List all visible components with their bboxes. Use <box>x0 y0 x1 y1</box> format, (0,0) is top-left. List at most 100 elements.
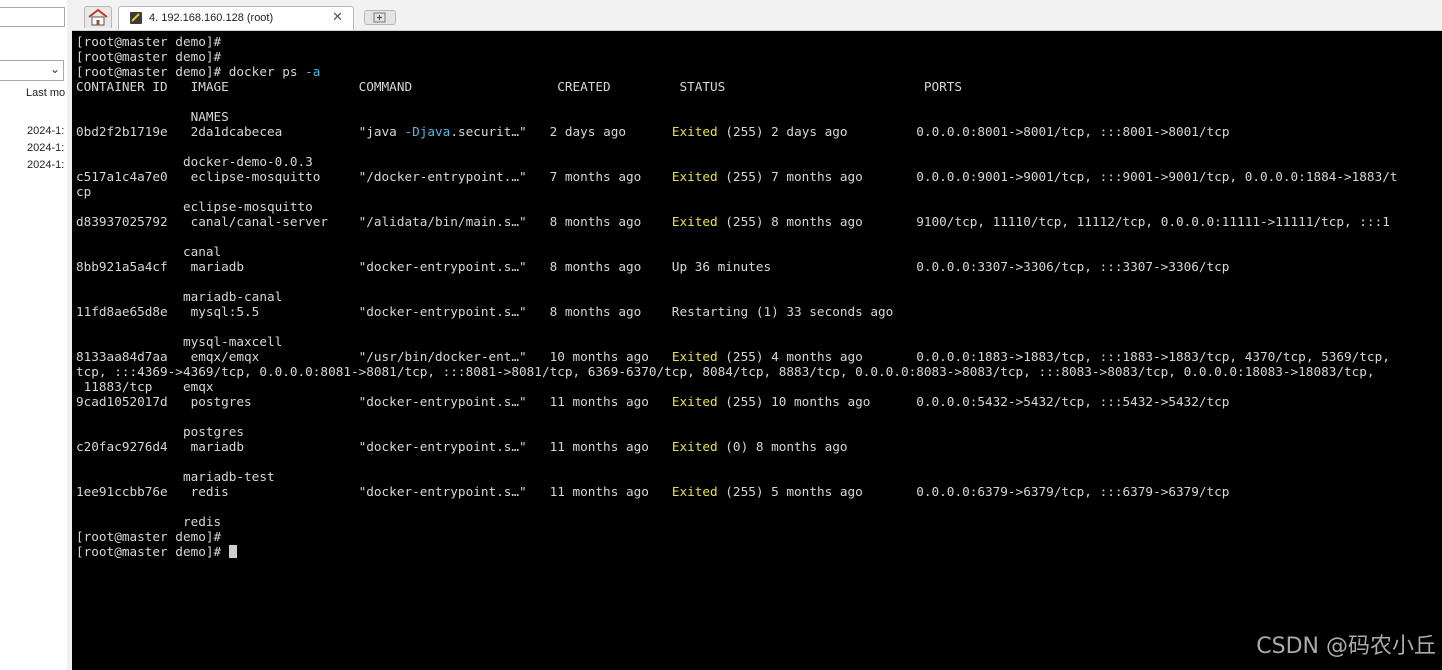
terminal-text: (255) 7 months ago 0.0.0.0:9001->9001/tc… <box>717 169 1398 184</box>
terminal-line: eclipse-mosquitto <box>76 199 1398 214</box>
terminal-line: 11fd8ae65d8e mysql:5.5 "docker-entrypoin… <box>76 304 1398 319</box>
terminal-text: (255) 8 months ago 9100/tcp, 11110/tcp, … <box>717 214 1390 229</box>
terminal-text: [root@master demo]# docker ps <box>76 64 306 79</box>
terminal-text: 0bd2f2b1719e 2da1dcabecea "java <box>76 124 405 139</box>
left-panel-input[interactable] <box>0 7 65 27</box>
terminal-text: NAMES <box>76 109 229 124</box>
terminal-line: 0bd2f2b1719e 2da1dcabecea "java -Djava.s… <box>76 124 1398 139</box>
terminal-text: canal <box>76 244 222 259</box>
terminal-text: cp <box>76 184 92 199</box>
terminal-text: Exited <box>671 394 718 409</box>
terminal-text: c517a1c4a7e0 eclipse-mosquitto "/docker-… <box>76 169 672 184</box>
terminal-cursor <box>228 545 237 558</box>
terminal-line: canal <box>76 244 1398 259</box>
terminal-text: postgres <box>76 424 245 439</box>
tab-session-label: 4. 192.168.160.128 (root) <box>149 12 274 24</box>
terminal-line: postgres <box>76 424 1398 439</box>
terminal-text: tcp, :::4369->4369/tcp, 0.0.0.0:8081->80… <box>76 364 1375 379</box>
list-item[interactable]: 2024-1: <box>27 142 64 154</box>
terminal-text: mariadb-test <box>76 469 275 484</box>
terminal-text: 9cad1052017d postgres "docker-entrypoint… <box>76 394 672 409</box>
terminal-line: 9cad1052017d postgres "docker-entrypoint… <box>76 394 1398 409</box>
terminal-text: docker-demo-0.0.3 <box>76 154 313 169</box>
terminal-text: 11fd8ae65d8e mysql:5.5 "docker-entrypoin… <box>76 304 894 319</box>
terminal-text: Exited <box>671 214 718 229</box>
terminal-text: [root@master demo]# <box>76 49 222 64</box>
terminal-text: Exited <box>671 124 718 139</box>
chevron-down-icon: ⌄ <box>49 62 60 76</box>
terminal-line: [root@master demo]# <box>76 34 1398 49</box>
terminal-line: [root@master demo]# <box>76 544 1398 559</box>
tab-session[interactable]: 4. 192.168.160.128 (root) ✕ <box>118 6 354 30</box>
terminal-text: Exited <box>671 439 718 454</box>
terminal-line: NAMES <box>76 109 1398 124</box>
terminal-text: [root@master demo]# <box>76 544 229 559</box>
new-tab-button[interactable] <box>364 10 396 25</box>
terminal-text: 8133aa84d7aa emqx/emqx "/usr/bin/docker-… <box>76 349 672 364</box>
terminal-line: [root@master demo]# <box>76 529 1398 544</box>
home-tab[interactable] <box>84 6 112 28</box>
terminal-text: -Djava <box>404 124 451 139</box>
terminal-line: d83937025792 canal/canal-server "/alidat… <box>76 214 1398 229</box>
plus-icon <box>373 12 386 23</box>
watermark: CSDN @码农小丘 <box>1256 634 1436 659</box>
terminal-line: [root@master demo]# <box>76 49 1398 64</box>
terminal-line: mariadb-test <box>76 469 1398 484</box>
terminal-line: 8133aa84d7aa emqx/emqx "/usr/bin/docker-… <box>76 349 1398 364</box>
home-icon <box>88 8 108 26</box>
list-item[interactable]: 2024-1: <box>27 125 64 137</box>
last-modified-column-header[interactable]: Last mo <box>26 87 65 99</box>
terminal-line: mysql-maxcell <box>76 334 1398 349</box>
terminal-output: [root@master demo]# [root@master demo]# [r… <box>76 34 1398 559</box>
terminal-line: c20fac9276d4 mariadb "docker-entrypoint.… <box>76 439 1398 454</box>
left-panel-dropdown[interactable]: ⌄ <box>0 60 64 81</box>
terminal-text: mariadb-canal <box>76 289 283 304</box>
terminal-text: eclipse-mosquitto <box>76 199 313 214</box>
terminal-text: (255) 4 months ago 0.0.0.0:1883->1883/tc… <box>717 349 1390 364</box>
terminal-line: mariadb-canal <box>76 289 1398 304</box>
terminal-session-icon <box>130 12 142 24</box>
terminal-text: (255) 5 months ago 0.0.0.0:6379->6379/tc… <box>717 484 1230 499</box>
terminal-text: (0) 8 months ago <box>717 439 848 454</box>
terminal-text: .securit…" 2 days ago <box>450 124 672 139</box>
left-side-panel: ⌄ Last mo 2024-1: 2024-1: 2024-1: <box>0 0 68 670</box>
terminal-line: [root@master demo]# docker ps -a <box>76 64 1398 79</box>
terminal-line: tcp, :::4369->4369/tcp, 0.0.0.0:8081->80… <box>76 364 1398 379</box>
terminal-text: 11883/tcp emqx <box>76 379 214 394</box>
terminal-text: d83937025792 canal/canal-server "/alidat… <box>76 214 672 229</box>
terminal-text: [root@master demo]# <box>76 34 222 49</box>
terminal-line: 8bb921a5a4cf mariadb "docker-entrypoint.… <box>76 259 1398 274</box>
terminal-text: (255) 2 days ago 0.0.0.0:8001->8001/tcp,… <box>717 124 1230 139</box>
terminal-window[interactable]: [root@master demo]# [root@master demo]# [r… <box>72 31 1442 670</box>
terminal-line: 11883/tcp emqx <box>76 379 1398 394</box>
terminal-text: (255) 10 months ago 0.0.0.0:5432->5432/t… <box>717 394 1230 409</box>
terminal-text: Exited <box>671 349 718 364</box>
terminal-line: c517a1c4a7e0 eclipse-mosquitto "/docker-… <box>76 169 1398 184</box>
terminal-line: 1ee91ccbb76e redis "docker-entrypoint.s…… <box>76 484 1398 499</box>
terminal-line: redis <box>76 514 1398 529</box>
list-item[interactable]: 2024-1: <box>27 159 64 171</box>
terminal-text: [root@master demo]# <box>76 529 222 544</box>
terminal-text: CONTAINER ID IMAGE COMMAND CREATED STATU… <box>76 79 963 94</box>
terminal-text: mysql-maxcell <box>76 334 283 349</box>
terminal-text: Exited <box>671 169 718 184</box>
terminal-text: -a <box>305 64 321 79</box>
terminal-line: CONTAINER ID IMAGE COMMAND CREATED STATU… <box>76 79 1398 94</box>
terminal-text: 1ee91ccbb76e redis "docker-entrypoint.s…… <box>76 484 672 499</box>
close-icon[interactable]: ✕ <box>332 10 343 25</box>
terminal-text: redis <box>76 514 222 529</box>
terminal-text: 8bb921a5a4cf mariadb "docker-entrypoint.… <box>76 259 1230 274</box>
terminal-text: Exited <box>671 484 718 499</box>
terminal-line: cp <box>76 184 1398 199</box>
tab-bar: 4. 192.168.160.128 (root) ✕ <box>72 0 1442 31</box>
terminal-line: docker-demo-0.0.3 <box>76 154 1398 169</box>
terminal-text: c20fac9276d4 mariadb "docker-entrypoint.… <box>76 439 672 454</box>
